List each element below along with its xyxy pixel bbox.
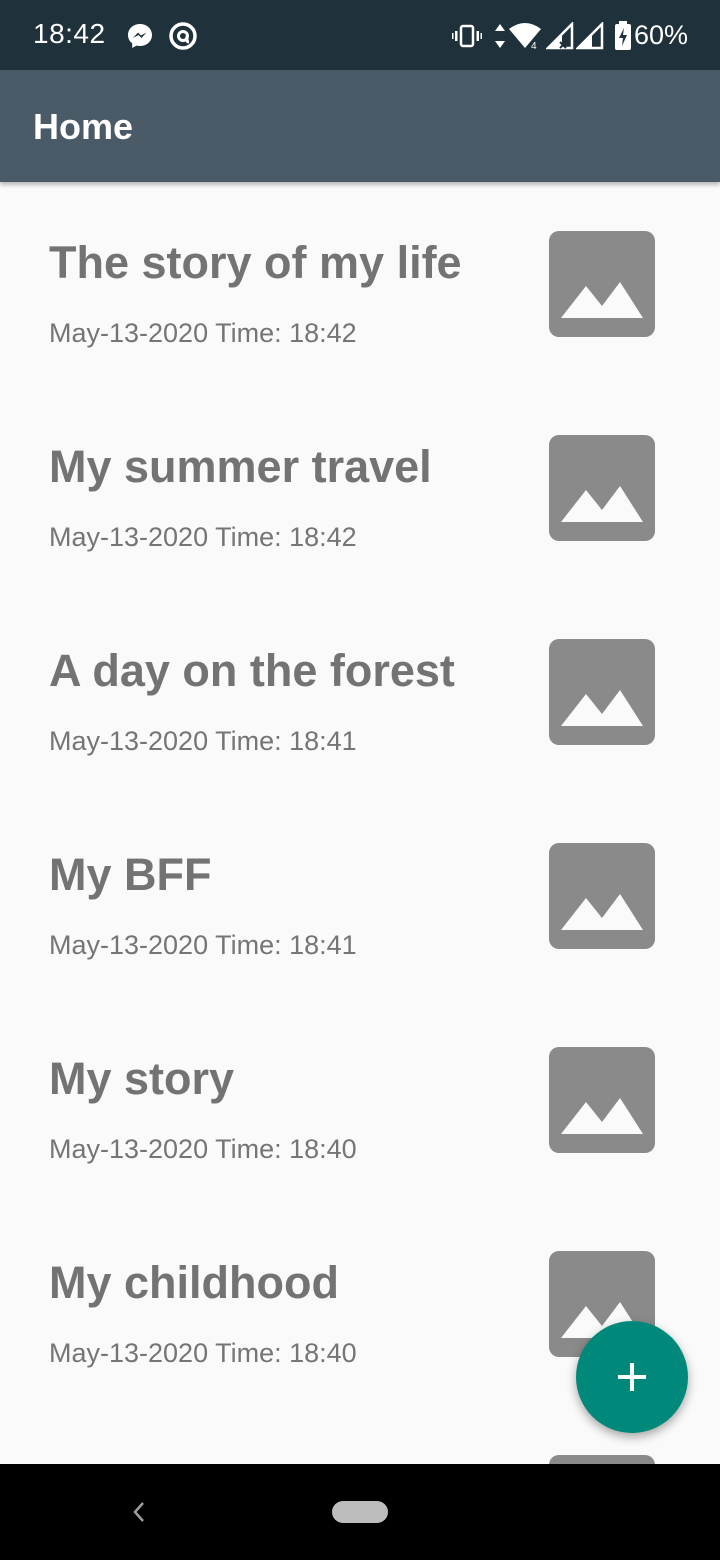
screen: 18:42 4 60% Home The story of my life Ma… — [0, 0, 720, 1560]
image-placeholder-icon — [549, 1455, 655, 1464]
vibrate-icon — [452, 24, 482, 53]
app-bar: Home — [0, 70, 720, 182]
image-placeholder-icon — [549, 435, 655, 541]
list-item[interactable]: My story May-13-2020 Time: 18:40 — [0, 998, 720, 1202]
list-item[interactable]: My BFF May-13-2020 Time: 18:41 — [0, 794, 720, 998]
image-placeholder-icon — [549, 1047, 655, 1153]
battery-percent: 60% — [633, 20, 688, 50]
entry-list[interactable]: The story of my life May-13-2020 Time: 1… — [0, 182, 720, 1464]
entry-date: May-13-2020 Time: 18:42 — [49, 318, 357, 348]
entry-date: May-13-2020 Time: 18:40 — [49, 1134, 357, 1164]
plus-icon — [618, 1363, 646, 1391]
signal-no-service-icon — [574, 20, 604, 55]
entry-date: May-13-2020 Time: 18:41 — [49, 726, 357, 756]
status-time: 18:42 — [33, 18, 106, 49]
list-item[interactable]: A day on the forest May-13-2020 Time: 18… — [0, 590, 720, 794]
entry-title: The story of my life — [49, 237, 462, 288]
signal-icon — [544, 20, 574, 55]
home-pill[interactable] — [332, 1501, 388, 1523]
app-notification-icon — [168, 21, 198, 56]
data-arrows-icon — [494, 23, 506, 54]
list-item[interactable]: My summer travel May-13-2020 Time: 18:42 — [0, 386, 720, 590]
entry-date: May-13-2020 Time: 18:41 — [49, 930, 357, 960]
list-item[interactable]: The story of my life May-13-2020 Time: 1… — [0, 182, 720, 386]
entry-date: May-13-2020 Time: 18:42 — [49, 522, 357, 552]
svg-text:4: 4 — [531, 41, 537, 50]
image-placeholder-icon — [549, 231, 655, 337]
entry-title: A day on the forest — [49, 645, 455, 696]
entry-title: My story — [49, 1053, 235, 1104]
page-title: Home — [33, 106, 134, 147]
battery-charging-icon — [614, 21, 632, 56]
entry-title: My childhood — [49, 1257, 339, 1308]
navigation-bar — [0, 1464, 720, 1560]
image-placeholder-icon — [549, 639, 655, 745]
image-placeholder-icon — [549, 843, 655, 949]
entry-title: My summer travel — [49, 441, 432, 492]
entry-date: May-13-2020 Time: 18:40 — [49, 1338, 357, 1368]
wifi-icon: 4 — [508, 22, 542, 55]
back-icon[interactable] — [128, 1498, 148, 1531]
entry-title: My BFF — [49, 849, 212, 900]
messenger-icon — [126, 22, 154, 55]
status-bar: 18:42 4 60% — [0, 0, 720, 70]
add-entry-button[interactable] — [576, 1321, 688, 1433]
